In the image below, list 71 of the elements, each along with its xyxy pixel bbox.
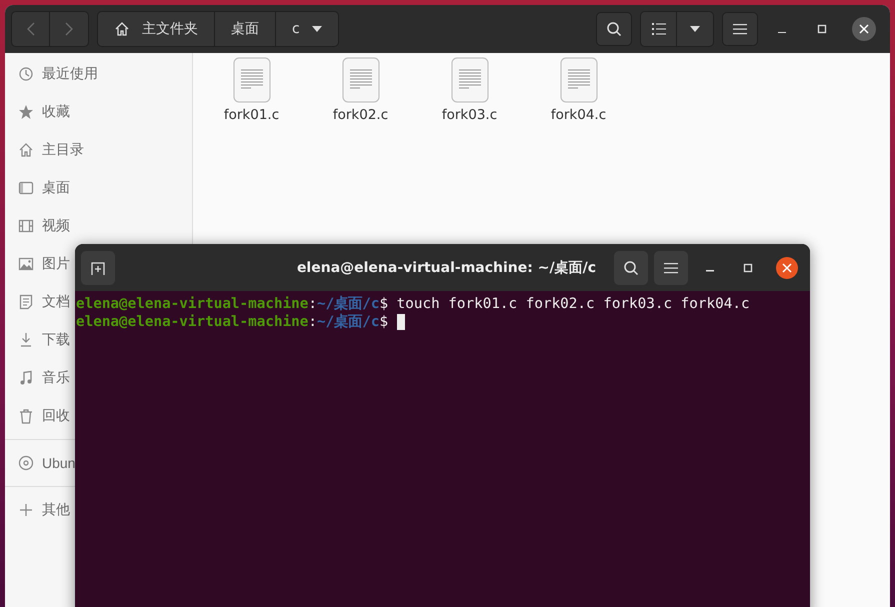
search-button[interactable] (614, 250, 648, 284)
minimize-icon (778, 32, 786, 34)
close-button[interactable] (776, 256, 798, 278)
sidebar-item[interactable]: 视频 (5, 207, 70, 245)
sidebar-item[interactable]: 下载 (5, 321, 70, 359)
caret-icon (690, 26, 700, 32)
desktop-icon (18, 180, 34, 196)
minimize-icon (706, 270, 714, 272)
download-icon (18, 332, 34, 348)
menu-button[interactable] (722, 12, 758, 46)
prompt-path: ~/桌面/c (317, 313, 380, 331)
prompt-symbol: $ (379, 295, 388, 313)
home-icon (114, 21, 130, 37)
film-icon (18, 218, 34, 234)
close-icon (859, 24, 869, 34)
text-file-icon (560, 57, 598, 103)
sidebar-item[interactable]: 主目录 (5, 131, 84, 169)
prompt-user: elena@elena-virtual-machine (76, 295, 308, 313)
sidebar-item[interactable]: Ubun (5, 444, 76, 482)
prompt-symbol: $ (379, 313, 388, 331)
file-item[interactable]: fork04.c (524, 55, 633, 123)
music-note-icon (18, 370, 34, 386)
maximize-icon (743, 262, 753, 272)
path-button[interactable]: 主文件夹 (98, 12, 215, 46)
search-button[interactable] (596, 12, 632, 46)
list-view-button[interactable] (641, 12, 677, 46)
menu-icon (664, 262, 678, 274)
close-icon (782, 262, 792, 272)
trash-icon (18, 408, 34, 424)
sidebar-item[interactable]: 文档 (5, 283, 70, 321)
path-button[interactable]: 桌面 (215, 12, 276, 46)
sidebar-item[interactable]: 音乐 (5, 359, 70, 397)
prompt-separator: : (308, 313, 318, 331)
window-title: elena@elena-virtual-machine: ~/桌面/c (296, 258, 596, 276)
menu-icon (733, 23, 747, 35)
new-tab-icon (91, 260, 105, 274)
text-file-icon (342, 57, 380, 103)
text-file-icon (450, 57, 488, 103)
plus-icon (18, 502, 34, 518)
disc-icon (18, 455, 34, 471)
path-button[interactable]: c (276, 12, 338, 46)
maximize-icon (817, 24, 827, 34)
document-icon (18, 294, 34, 310)
clock-icon (18, 66, 34, 82)
sidebar-item[interactable]: 图片 (5, 245, 70, 283)
back-icon (26, 22, 34, 36)
command-text: touch fork01.c fork02.c fork03.c fork04.c (396, 295, 750, 313)
close-button[interactable] (852, 17, 876, 41)
star-icon (18, 104, 34, 120)
text-file-icon (232, 57, 270, 103)
image-icon (18, 256, 34, 272)
file-item[interactable]: fork03.c (415, 55, 524, 123)
caret-icon (312, 26, 322, 32)
sidebar-item[interactable]: 最近使用 (5, 55, 98, 93)
prompt-path: ~/桌面/c (317, 295, 380, 313)
search-icon (606, 21, 622, 37)
view-options-button[interactable] (677, 12, 713, 46)
search-icon (623, 260, 639, 276)
new-tab-button[interactable] (81, 250, 115, 284)
list-icon (652, 23, 666, 35)
sidebar-item[interactable]: 桌面 (5, 169, 70, 207)
menu-button[interactable] (654, 250, 688, 284)
file-item[interactable]: fork01.c (197, 55, 306, 123)
prompt-separator: : (308, 295, 318, 313)
sidebar-item[interactable]: 其他 (5, 491, 70, 529)
prompt-user: elena@elena-virtual-machine (76, 313, 308, 331)
sidebar-item[interactable]: 回收 (5, 397, 70, 435)
file-item[interactable]: fork02.c (306, 55, 415, 123)
sidebar-item[interactable]: 收藏 (5, 93, 70, 131)
home-icon (18, 142, 34, 158)
forward-icon (65, 22, 73, 36)
